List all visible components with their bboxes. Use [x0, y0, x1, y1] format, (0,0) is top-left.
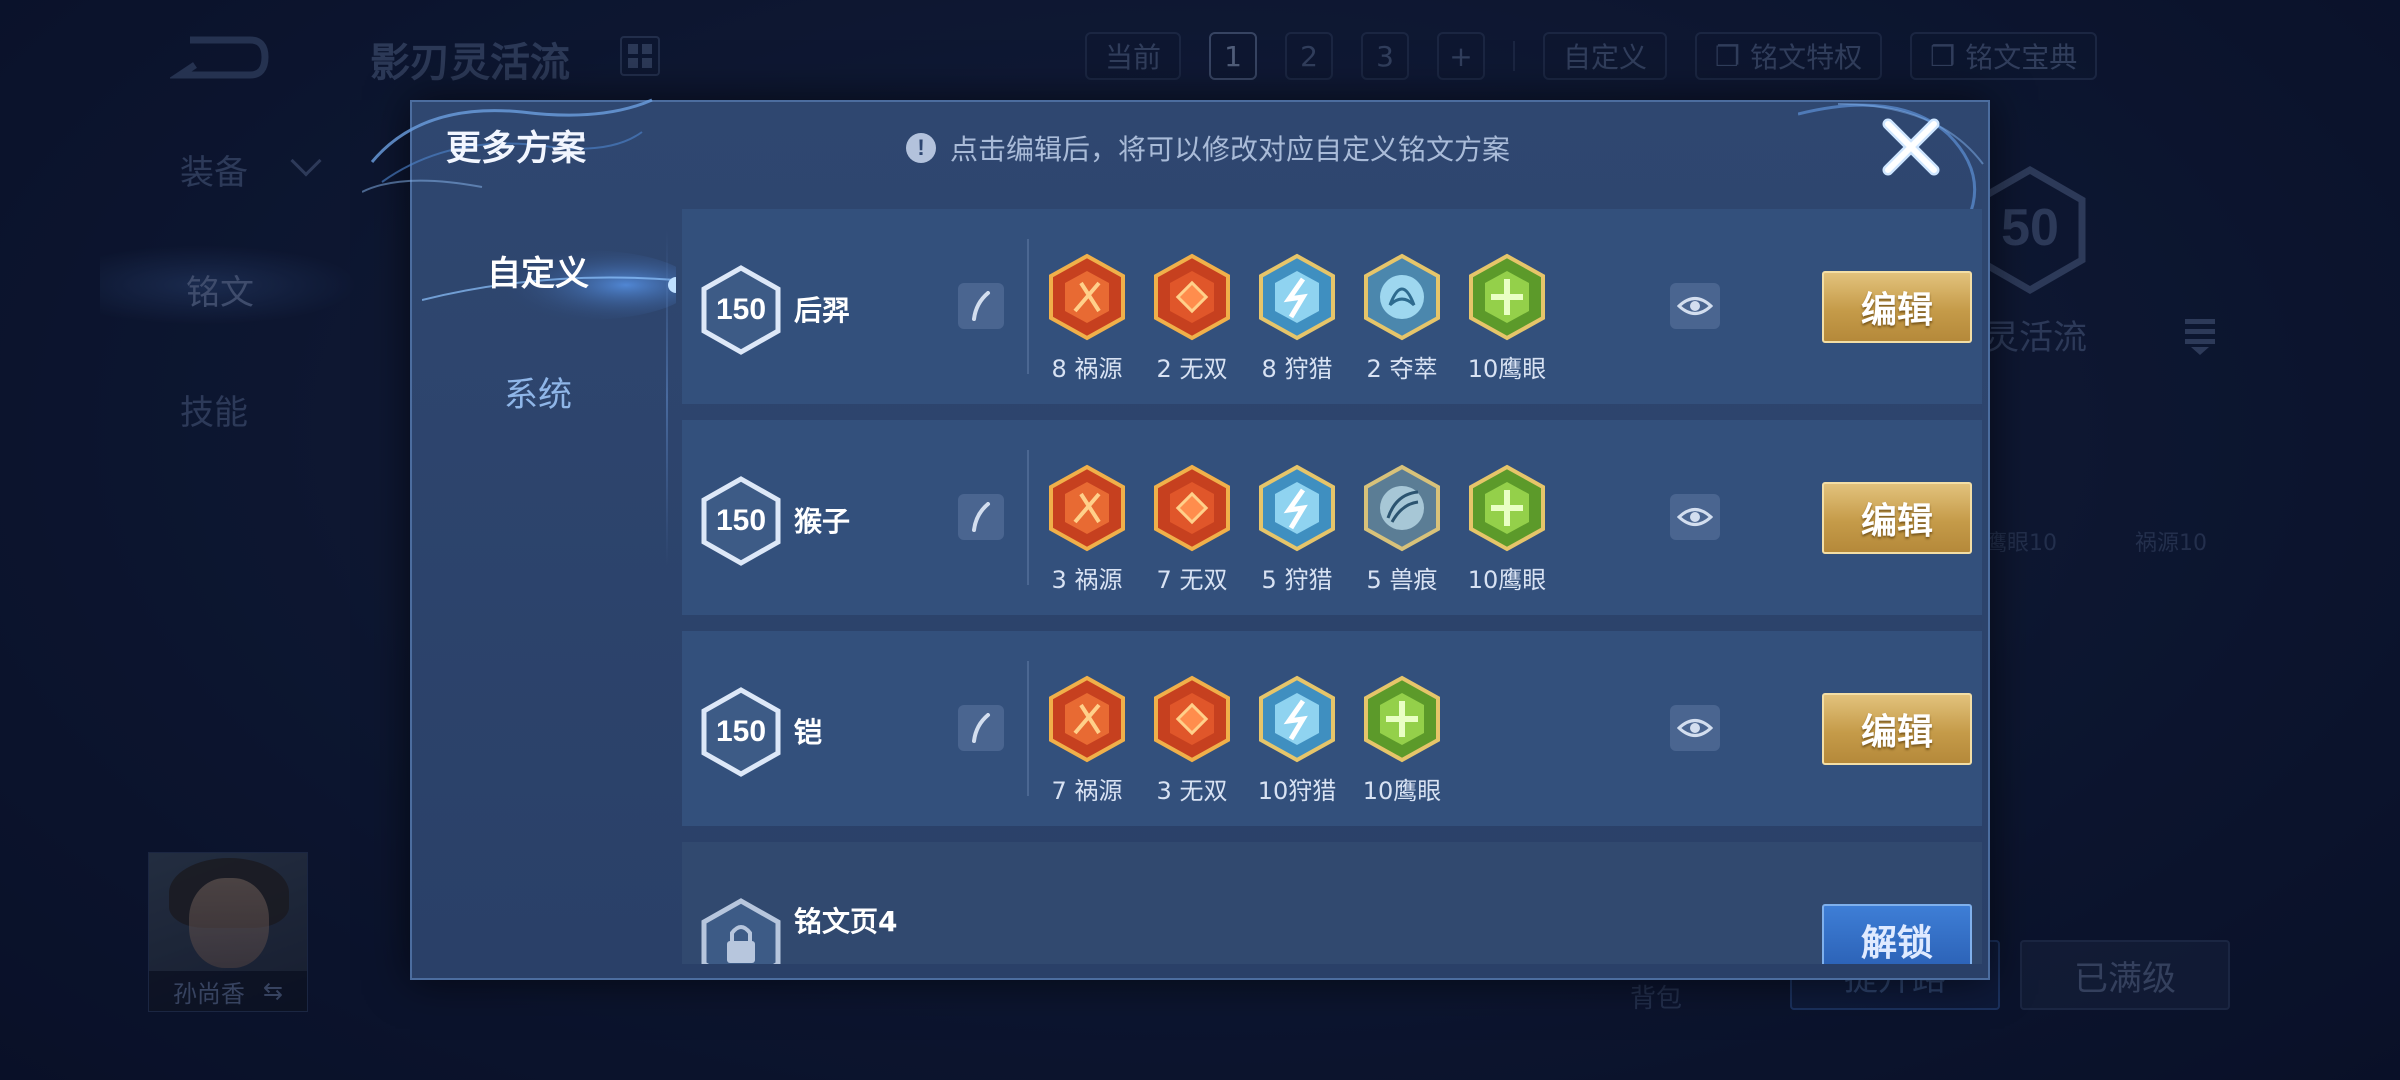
rune-item[interactable]: 10鹰眼 [1467, 464, 1547, 595]
edit-hint: ! 点击编辑后，将可以修改对应自定义铭文方案 [906, 128, 1510, 168]
rune-item[interactable]: 8 祸源 [1047, 253, 1127, 384]
info-icon: ! [906, 133, 936, 163]
red-rune-icon [1154, 253, 1230, 341]
locked-scheme-row: 铭文页4 解锁 [682, 842, 1982, 964]
rune-level: 150 [715, 504, 767, 537]
red-rune-icon [1049, 675, 1125, 763]
rune-label: 10鹰眼 [1362, 777, 1442, 805]
pen-icon [972, 713, 990, 743]
more-schemes-modal: 更多方案 ! 点击编辑后，将可以修改对应自定义铭文方案 自定义 系统 150 后… [362, 98, 1990, 980]
eye-icon [1677, 508, 1713, 526]
blue-rune-icon [1259, 675, 1335, 763]
rune-item[interactable]: 7 祸源 [1047, 675, 1127, 806]
rune-level: 150 [715, 293, 767, 326]
rune-item[interactable]: 2 夺萃 [1362, 253, 1442, 384]
rune-label: 7 祸源 [1051, 777, 1123, 805]
preview-button[interactable] [1670, 283, 1720, 329]
hint-text: 点击编辑后，将可以修改对应自定义铭文方案 [950, 133, 1511, 166]
eye-icon [1677, 719, 1713, 737]
rune-label: 2 无双 [1156, 355, 1228, 383]
blue-rune-icon [1259, 253, 1335, 341]
rune-label: 5 狩猎 [1261, 566, 1333, 594]
blue-rune-icon [1364, 464, 1440, 552]
edit-button[interactable]: 编辑 [1822, 482, 1972, 554]
rune-item[interactable]: 7 无双 [1152, 464, 1232, 595]
blue-rune-icon [1364, 253, 1440, 341]
scheme-list[interactable]: 150 后羿 8 祸源 2 无双 8 狩猎 2 夺萃 10鹰眼 编辑 150 猴… [682, 209, 1982, 964]
row-divider [1027, 450, 1029, 585]
rune-level: 150 [715, 715, 767, 748]
scheme-name: 铭文页4 [794, 905, 898, 938]
rune-set: 8 祸源 2 无双 8 狩猎 2 夺萃 10鹰眼 [1047, 253, 1547, 384]
rune-item[interactable]: 10狩猎 [1257, 675, 1337, 806]
edit-button[interactable]: 编辑 [1822, 693, 1972, 765]
green-rune-icon [1469, 253, 1545, 341]
scheme-row: 150 猴子 3 祸源 7 无双 5 狩猎 5 兽痕 10鹰眼 编辑 [682, 420, 1982, 615]
scheme-name: 猴子 [794, 505, 851, 538]
rune-label: 2 夺萃 [1366, 355, 1438, 383]
scheme-row: 150 铠 7 祸源 3 无双 10狩猎 10鹰眼 编辑 [682, 631, 1982, 826]
red-rune-icon [1154, 464, 1230, 552]
rune-item[interactable]: 2 无双 [1152, 253, 1232, 384]
edit-button[interactable]: 编辑 [1822, 271, 1972, 343]
rune-item[interactable]: 10鹰眼 [1362, 675, 1442, 806]
eye-icon [1677, 297, 1713, 315]
modal-header: 更多方案 ! 点击编辑后，将可以修改对应自定义铭文方案 [362, 98, 1988, 220]
scheme-name: 铠 [794, 716, 823, 749]
green-rune-icon [1469, 464, 1545, 552]
rune-item[interactable]: 3 无双 [1152, 675, 1232, 806]
rune-item[interactable]: 10鹰眼 [1467, 253, 1547, 384]
rename-button[interactable] [958, 494, 1004, 540]
red-rune-icon [1049, 464, 1125, 552]
rune-label: 10鹰眼 [1467, 355, 1547, 383]
unlock-button[interactable]: 解锁 [1822, 904, 1972, 964]
red-rune-icon [1049, 253, 1125, 341]
red-rune-icon [1154, 675, 1230, 763]
tab-custom[interactable]: 自定义 [412, 225, 664, 315]
preview-button[interactable] [1670, 494, 1720, 540]
rune-label: 8 祸源 [1051, 355, 1123, 383]
modal-title: 更多方案 [446, 129, 587, 169]
rune-label: 7 无双 [1156, 566, 1228, 594]
tab-system[interactable]: 系统 [412, 346, 664, 436]
scheme-name: 后羿 [794, 294, 851, 327]
close-icon[interactable] [1876, 112, 1946, 182]
pen-icon [972, 291, 990, 321]
tab-divider [666, 230, 668, 565]
pen-icon [972, 502, 990, 532]
rune-item[interactable]: 5 狩猎 [1257, 464, 1337, 595]
rune-set: 7 祸源 3 无双 10狩猎 10鹰眼 [1047, 675, 1442, 806]
row-divider [1027, 661, 1029, 796]
preview-button[interactable] [1670, 705, 1720, 751]
green-rune-icon [1364, 675, 1440, 763]
blue-rune-icon [1259, 464, 1335, 552]
rune-item[interactable]: 8 狩猎 [1257, 253, 1337, 384]
lock-icon [701, 898, 781, 964]
rune-item[interactable]: 5 兽痕 [1362, 464, 1442, 595]
rune-item[interactable]: 3 祸源 [1047, 464, 1127, 595]
rune-label: 10鹰眼 [1467, 566, 1547, 594]
rune-set: 3 祸源 7 无双 5 狩猎 5 兽痕 10鹰眼 [1047, 464, 1547, 595]
rename-button[interactable] [958, 705, 1004, 751]
row-divider [1027, 239, 1029, 374]
rune-label: 8 狩猎 [1261, 355, 1333, 383]
scheme-row: 150 后羿 8 祸源 2 无双 8 狩猎 2 夺萃 10鹰眼 编辑 [682, 209, 1982, 404]
rename-button[interactable] [958, 283, 1004, 329]
rune-label: 10狩猎 [1257, 777, 1337, 805]
rune-label: 3 祸源 [1051, 566, 1123, 594]
rune-label: 5 兽痕 [1366, 566, 1438, 594]
rune-label: 3 无双 [1156, 777, 1228, 805]
